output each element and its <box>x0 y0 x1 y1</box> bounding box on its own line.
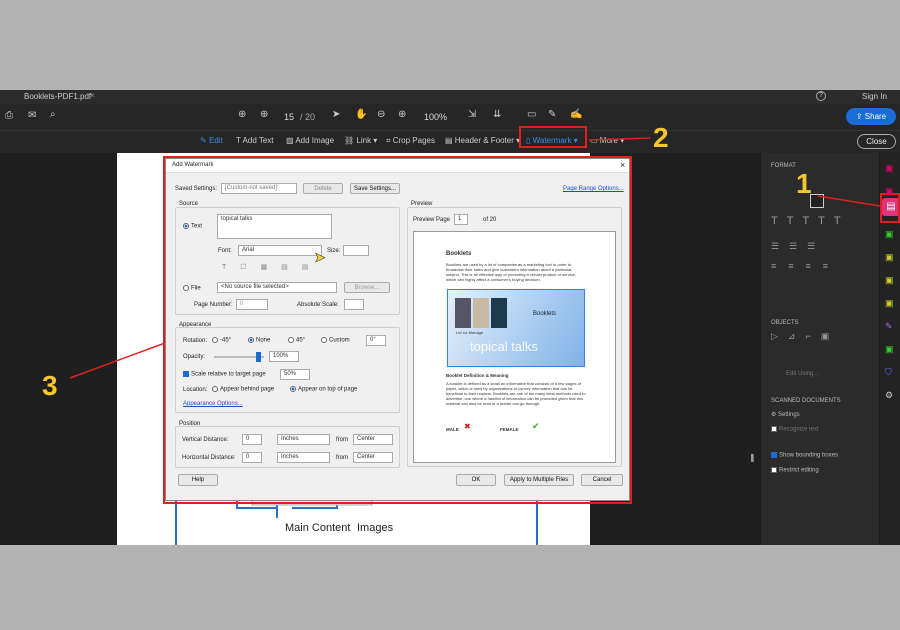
watermark-text-input[interactable]: topical talks <box>217 214 332 239</box>
vertical-from-select[interactable]: Center <box>353 434 393 445</box>
preview-booklet-image-1 <box>455 298 471 328</box>
vertical-from-label: from <box>336 437 348 443</box>
dialog-title: Add Watermark <box>172 162 214 168</box>
rotation-m45-dot <box>212 337 218 343</box>
absolute-scale-label: Absolute Scale: <box>297 302 339 308</box>
preview-banner: Let Us Manage Booklets topical talks <box>447 289 585 367</box>
preview-cross-icon: ✖ <box>464 422 471 431</box>
preview-check-icon: ✔ <box>532 421 540 431</box>
vertical-unit-select[interactable]: Inches <box>277 434 330 445</box>
rotation-45-dot <box>288 337 294 343</box>
rotation-custom-dot <box>321 337 327 343</box>
preview-page: Booklets Booklets are used by a lot of c… <box>413 231 616 463</box>
browse-button[interactable]: Browse... <box>344 282 390 293</box>
scale-input[interactable]: 50% <box>280 369 310 380</box>
cancel-button[interactable]: Cancel <box>581 474 623 486</box>
file-path-input[interactable]: <No source file selected> <box>217 282 337 293</box>
saved-settings-label: Saved Settings: <box>175 186 218 192</box>
on-top-dot <box>290 386 296 392</box>
location-label: Location: <box>183 387 208 393</box>
file-radio-label: File <box>191 285 201 292</box>
preview-page-of: of 20 <box>483 217 497 223</box>
file-radio[interactable]: File <box>183 285 201 292</box>
rotation-custom-label: Custom <box>329 337 350 344</box>
behind-dot <box>212 386 218 392</box>
size-select[interactable] <box>343 245 369 256</box>
horizontal-from-select[interactable]: Center <box>353 452 393 463</box>
preview-watermark-text: topical talks <box>470 339 538 354</box>
preview-booklet-image-3 <box>491 298 507 328</box>
preview-banner-text: Booklets <box>533 311 557 317</box>
opacity-input[interactable]: 100% <box>269 351 299 362</box>
rotation-none-dot <box>248 337 254 343</box>
text-format-icons[interactable]: T☐▦▤▤ <box>222 263 322 271</box>
rotation-m45-label: -45° <box>220 337 232 344</box>
vertical-distance-label: Vertical Distance: <box>182 437 229 443</box>
annotation-number-1: 1 <box>796 168 812 199</box>
preview-female-label: FEMALE <box>500 427 519 432</box>
horizontal-distance-input[interactable]: 0 <box>242 452 262 463</box>
rotation-label: Rotation: <box>183 338 208 344</box>
rotation-custom-input[interactable]: 0° <box>366 335 386 346</box>
saved-settings-select[interactable]: [Custom-not saved] <box>221 183 297 194</box>
appear-on-top-radio[interactable]: Appear on top of page <box>290 386 357 393</box>
scale-checkbox[interactable]: Scale relative to target page <box>183 371 266 378</box>
rotation-45-label: 45° <box>296 337 306 344</box>
rotation-none-radio[interactable]: None <box>248 337 270 344</box>
add-watermark-dialog: Add Watermark × Saved Settings: [Custom-… <box>163 156 632 504</box>
preview-male-label: MALE <box>446 427 459 432</box>
page-number-label: Page Number: <box>194 302 233 308</box>
horizontal-unit-select[interactable]: Inches <box>277 452 330 463</box>
text-radio-dot <box>183 223 189 229</box>
preview-paragraph-2: A booklet is defined as a small an infor… <box>446 381 586 406</box>
behind-label: Appear behind page <box>220 386 275 393</box>
annotation-number-3: 3 <box>42 370 58 401</box>
apply-multiple-button[interactable]: Apply to Multiple Files <box>504 474 574 486</box>
ok-button[interactable]: OK <box>456 474 496 486</box>
dialog-titlebar: Add Watermark × <box>166 159 629 173</box>
preview-booklet-image-2 <box>473 298 489 328</box>
help-button[interactable]: Help <box>178 474 218 486</box>
page-range-link[interactable]: Page Range Options... <box>563 186 624 192</box>
file-radio-dot <box>183 285 189 291</box>
opacity-slider-thumb[interactable] <box>256 352 261 362</box>
save-settings-button[interactable]: Save Settings... <box>350 183 400 194</box>
delete-button[interactable]: Delete <box>303 183 343 194</box>
rotation-m45-radio[interactable]: -45° <box>212 337 231 344</box>
font-select[interactable]: Arial <box>238 245 322 256</box>
preview-page-input[interactable]: 1 <box>454 214 468 225</box>
rotation-45-radio[interactable]: 45° <box>288 337 305 344</box>
rotation-custom-radio[interactable]: Custom <box>321 337 350 344</box>
scale-label: Scale relative to target page <box>191 371 266 378</box>
preview-doc-title: Booklets <box>446 251 472 257</box>
opacity-label: Opacity: <box>183 354 206 360</box>
dialog-close-icon[interactable]: × <box>620 160 625 170</box>
rotation-none-label: None <box>256 337 271 344</box>
preview-section-title: Booklet Definition & Meaning <box>446 373 509 378</box>
text-radio[interactable]: Text <box>183 223 202 230</box>
size-label: Size: <box>327 248 341 254</box>
preview-page-label: Preview Page <box>413 217 451 223</box>
scale-check <box>183 371 189 377</box>
preview-paragraph-1: Booklets are used by a lot of companies … <box>446 262 576 282</box>
absolute-scale-input[interactable] <box>344 299 364 310</box>
preview-banner-small-text: Let Us Manage <box>456 330 484 335</box>
annotation-number-2: 2 <box>653 122 669 153</box>
on-top-label: Appear on top of page <box>298 386 358 393</box>
appearance-options-link[interactable]: Appearance Options... <box>183 401 243 407</box>
page-number-input[interactable]: 0 <box>236 299 268 310</box>
font-label: Font: <box>218 248 232 254</box>
horizontal-from-label: from <box>336 455 348 461</box>
horizontal-distance-label: Horizontal Distance: <box>182 455 236 461</box>
appear-behind-radio[interactable]: Appear behind page <box>212 386 274 393</box>
vertical-distance-input[interactable]: 0 <box>242 434 262 445</box>
text-radio-label: Text <box>191 223 203 230</box>
